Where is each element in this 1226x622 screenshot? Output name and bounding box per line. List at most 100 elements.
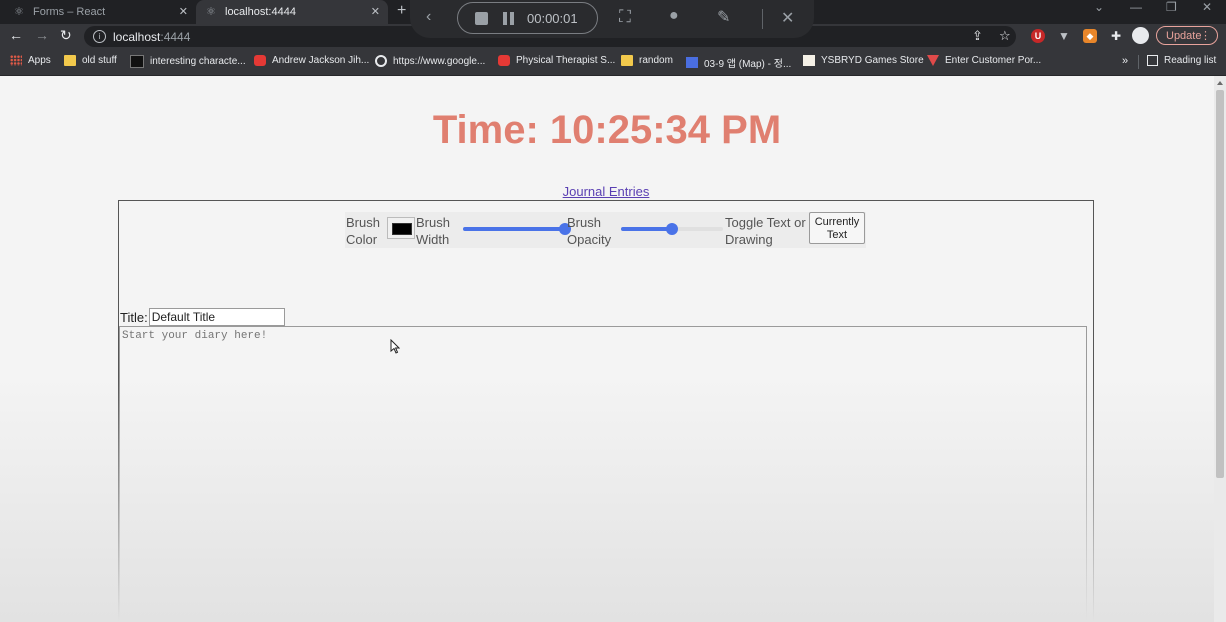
toggle-label: Toggle Text or Drawing: [725, 215, 806, 247]
reading-list-icon: [1147, 55, 1158, 66]
window-close-icon[interactable]: ✕: [1202, 0, 1212, 24]
journal-entries-label[interactable]: Journal Entries: [563, 184, 650, 199]
divider: [1138, 55, 1139, 69]
slider-fill: [621, 227, 672, 231]
youtube-icon: [254, 55, 266, 66]
toggle-text-drawing-button[interactable]: Currently Text: [809, 212, 865, 244]
pause-icon[interactable]: [503, 12, 507, 25]
brush-color-label: Brush Color: [346, 215, 380, 247]
youtube-icon: [498, 55, 510, 66]
title-label: Title:: [120, 309, 148, 325]
diary-textarea[interactable]: [119, 326, 1087, 622]
bookmarks-overflow-icon[interactable]: »: [1122, 55, 1128, 67]
react-icon: ⚛: [206, 6, 216, 18]
bookmark-label: Physical Therapist S...: [516, 55, 616, 66]
bookmark-andrew-jackson[interactable]: Andrew Jackson Jih...: [254, 55, 369, 66]
draw-pen-icon[interactable]: ✎: [717, 7, 730, 27]
bookmark-customer-portal[interactable]: Enter Customer Por...: [927, 55, 1041, 66]
site-info-icon[interactable]: i: [93, 30, 106, 43]
recorder-close-icon[interactable]: ✕: [781, 8, 794, 28]
menu-dots-icon[interactable]: ⋮: [1200, 27, 1211, 46]
stop-icon[interactable]: [475, 12, 488, 25]
vpn-extension-icon[interactable]: ▼: [1057, 29, 1071, 43]
extensions-puzzle-icon[interactable]: ✚: [1109, 29, 1123, 43]
journal-entries-link[interactable]: Journal Entries: [0, 184, 1212, 199]
bookmark-old-stuff[interactable]: old stuff: [64, 55, 117, 66]
page-scrollbar[interactable]: [1214, 76, 1226, 622]
google-icon: [375, 55, 387, 67]
close-tab-icon[interactable]: ✕: [179, 5, 188, 18]
folder-icon: [621, 55, 633, 66]
bookmark-ysbryd-games[interactable]: YSBRYD Games Store: [803, 55, 924, 66]
ublock-extension-icon[interactable]: U: [1031, 29, 1045, 43]
webcam-person-icon[interactable]: ●: [669, 7, 679, 25]
brush-opacity-label: Brush Opacity: [567, 215, 612, 247]
bookmark-star-icon[interactable]: ☆: [999, 28, 1011, 44]
title-input[interactable]: [148, 308, 285, 326]
tab-forms-react[interactable]: ⚛ Forms – React ✕: [0, 0, 196, 24]
folder-icon: [64, 55, 76, 66]
brush-color-picker[interactable]: [387, 217, 415, 239]
bookmark-label: random: [639, 55, 673, 66]
back-arrow-icon[interactable]: ←: [9, 27, 23, 43]
bookmark-label: interesting characte...: [150, 56, 246, 67]
url-host: localhost: [113, 29, 161, 44]
metamask-extension-icon[interactable]: ◆: [1083, 29, 1097, 43]
scroll-up-icon[interactable]: [1217, 81, 1223, 85]
url-port: :4444: [160, 29, 191, 44]
slider-thumb[interactable]: [666, 223, 678, 235]
profile-avatar[interactable]: [1132, 27, 1149, 44]
mouse-cursor-icon: [390, 339, 400, 354]
bookmark-label: YSBRYD Games Store: [821, 55, 924, 66]
recorder-controls: 00:00:01: [457, 2, 598, 34]
bookmarks-bar: Apps old stuff interesting characte... A…: [0, 49, 1226, 76]
brush-width-slider[interactable]: [463, 219, 571, 239]
bookmark-label: https://www.google...: [393, 55, 486, 67]
recording-timer: 00:00:01: [527, 11, 578, 26]
title-row: Title:: [120, 308, 285, 326]
new-tab-button[interactable]: +: [397, 0, 406, 24]
minimize-icon[interactable]: —: [1130, 0, 1142, 24]
screen-recorder-bar: ‹ 00:00:01 ⛶ ● ✎ ✕: [410, 0, 814, 38]
tab-title: Forms – React: [33, 6, 106, 18]
bookmark-google[interactable]: https://www.google...: [375, 55, 485, 67]
bookmark-map[interactable]: 03-9 앱 (Map) - 정...: [686, 55, 791, 70]
screenshot-icon[interactable]: ⛶: [619, 7, 631, 27]
site-favicon-icon: [130, 55, 144, 68]
brush-width-label: Brush Width: [416, 215, 450, 247]
close-tab-icon[interactable]: ✕: [371, 5, 380, 18]
bookmark-apps[interactable]: Apps: [10, 55, 51, 66]
react-icon: ⚛: [14, 6, 24, 18]
divider: [762, 9, 763, 29]
shield-icon: [927, 55, 939, 66]
update-label: Update: [1166, 30, 1202, 42]
brush-controls: Brush Color Brush Width Brush Opacity To…: [345, 212, 866, 248]
bookmark-label: Andrew Jackson Jih...: [272, 55, 370, 66]
bookmark-label: 03-9 앱 (Map) - 정...: [704, 59, 792, 70]
forward-arrow-icon[interactable]: →: [35, 27, 49, 43]
page-content: Time: 10:25:34 PM Journal Entries Brush …: [0, 76, 1214, 622]
reading-list-label: Reading list: [1164, 55, 1217, 66]
recorder-back-icon[interactable]: ‹: [426, 8, 431, 26]
reading-list[interactable]: Reading list: [1147, 55, 1216, 66]
store-icon: [803, 55, 815, 66]
apps-grid-icon: [10, 55, 22, 66]
reload-icon[interactable]: ↻: [60, 27, 72, 44]
update-button[interactable]: Update ⋮: [1156, 26, 1218, 45]
bookmark-label: Enter Customer Por...: [945, 55, 1042, 66]
bookmark-random[interactable]: random: [621, 55, 673, 66]
site-favicon-icon: [686, 57, 698, 68]
clock-display: Time: 10:25:34 PM: [432, 108, 782, 152]
bookmark-interesting-characters[interactable]: interesting characte...: [130, 55, 246, 68]
share-icon[interactable]: ⇪: [972, 28, 983, 44]
restore-icon[interactable]: ❐: [1166, 0, 1177, 24]
color-swatch: [392, 223, 412, 235]
scroll-thumb[interactable]: [1216, 90, 1224, 478]
bookmark-physical-therapist[interactable]: Physical Therapist S...: [498, 55, 615, 66]
tab-search-icon[interactable]: ⌄: [1094, 0, 1104, 24]
tab-title: localhost:4444: [225, 6, 296, 18]
brush-opacity-slider[interactable]: [621, 219, 723, 239]
slider-fill: [463, 227, 565, 231]
tab-localhost[interactable]: ⚛ localhost:4444 ✕: [196, 0, 388, 24]
bookmark-label: old stuff: [82, 55, 117, 66]
